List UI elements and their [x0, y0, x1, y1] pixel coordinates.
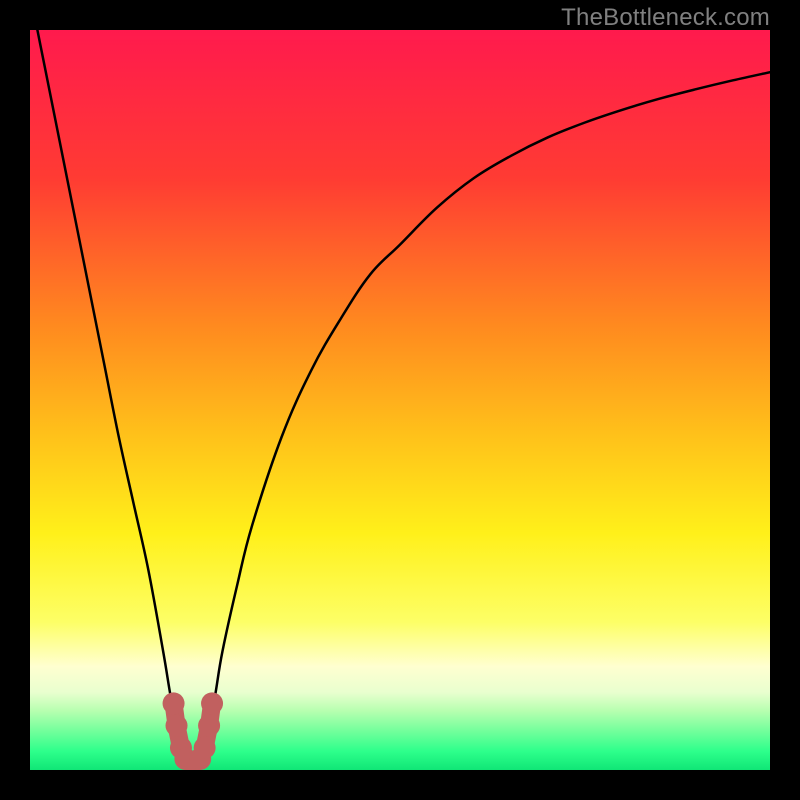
valley-highlight-dot — [194, 737, 216, 759]
valley-highlight-dot — [166, 715, 188, 737]
valley-highlight-dot — [198, 715, 220, 737]
chart-frame: TheBottleneck.com — [0, 0, 800, 800]
watermark-text: TheBottleneck.com — [561, 4, 770, 32]
gradient-background — [30, 30, 770, 770]
valley-highlight-dot — [163, 692, 185, 714]
valley-highlight-dot — [201, 692, 223, 714]
bottleneck-chart — [30, 30, 770, 770]
plot-area — [30, 30, 770, 770]
